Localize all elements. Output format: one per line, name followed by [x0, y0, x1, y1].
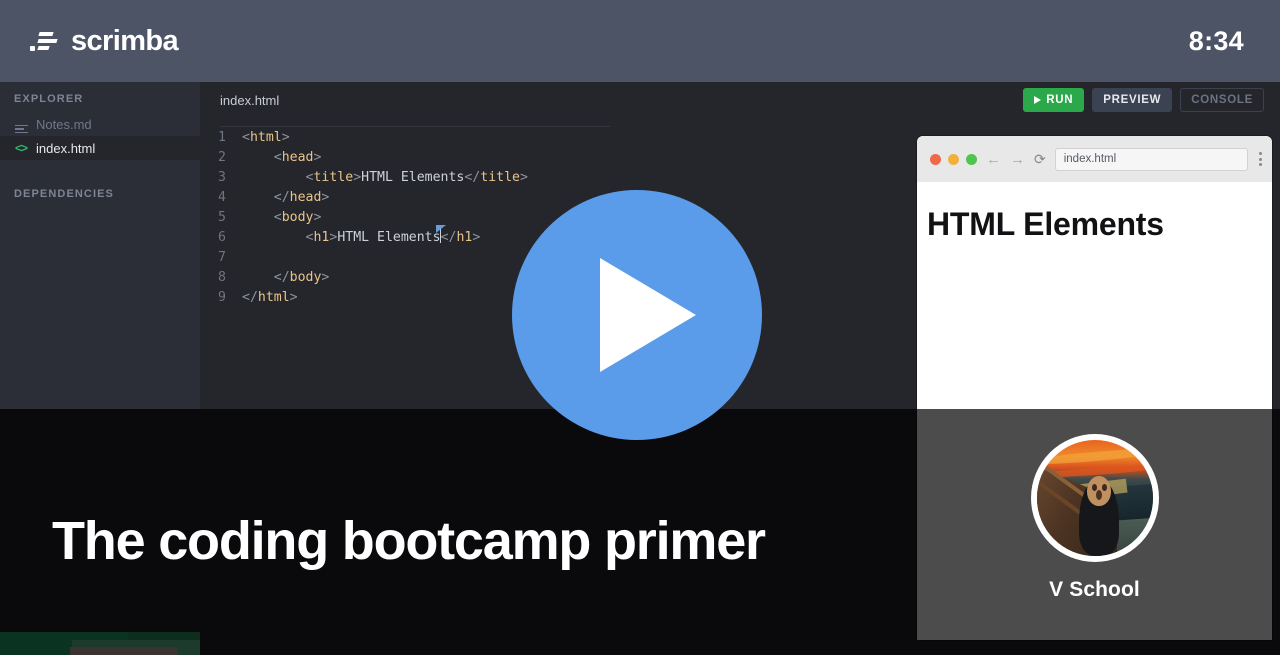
url-bar[interactable]: index.html	[1054, 147, 1248, 171]
code-tag-name: h1	[313, 230, 330, 245]
line-number: 6	[218, 230, 226, 245]
browser-chrome-bar: ← → ⟳ index.html	[917, 136, 1272, 182]
code-icon: <>	[14, 141, 28, 155]
explorer-section-header: EXPLORER	[14, 93, 84, 105]
recording-timer: 8:34	[1188, 25, 1244, 56]
code-bracket: <	[273, 210, 282, 225]
line-number: 5	[218, 210, 226, 225]
code-line-content: <h1>HTML Elements</h1>	[242, 225, 481, 248]
arrow-right-icon[interactable]: →	[1010, 152, 1025, 167]
preview-browser-panel: ← → ⟳ index.html HTML Elements V School	[917, 136, 1272, 640]
code-tag-name: h1	[456, 230, 473, 245]
thumbnail-dark-band	[70, 647, 178, 655]
line-number: 7	[218, 250, 226, 265]
code-line-content: <title>HTML Elements</title>	[242, 168, 528, 188]
preview-page-heading: HTML Elements	[927, 206, 1164, 242]
run-button-label: RUN	[1046, 94, 1074, 106]
avatar	[1030, 434, 1159, 562]
scrimba-logo-icon	[30, 29, 60, 53]
url-text: index.html	[1063, 153, 1117, 165]
code-line-content: </html>	[242, 288, 298, 308]
code-line-content: </body>	[242, 268, 330, 288]
code-line-content: <body>	[242, 208, 322, 228]
kebab-menu-icon[interactable]	[1257, 152, 1262, 166]
preview-button[interactable]: PREVIEW	[1092, 88, 1173, 112]
preview-page-body: HTML Elements	[917, 182, 1272, 409]
lines-icon	[14, 115, 28, 133]
line-number: 1	[218, 130, 226, 145]
scrimba-screencast-app: scrimba 8:34 EXPLORER Notes.md <> index.…	[0, 0, 1280, 655]
code-line-content: </head>	[242, 188, 330, 208]
close-window-dot[interactable]	[930, 153, 941, 165]
tab-underline-divider	[220, 126, 610, 127]
line-number: 2	[218, 150, 226, 165]
console-button-label: CONSOLE	[1191, 94, 1253, 106]
code-bracket: >	[281, 130, 290, 145]
run-button[interactable]: RUN	[1023, 88, 1085, 112]
code-bracket: >	[472, 230, 481, 245]
line-number: 3	[218, 170, 226, 185]
code-bracket: >	[313, 150, 322, 165]
traffic-lights	[930, 153, 977, 165]
code-bracket: </	[242, 290, 258, 305]
console-button[interactable]: CONSOLE	[1180, 88, 1264, 112]
overlay-title: The coding bootcamp primer	[52, 511, 766, 571]
code-bracket: </	[273, 190, 290, 205]
line-number: 4	[218, 190, 226, 205]
code-bracket: </	[464, 170, 481, 185]
minimize-window-dot[interactable]	[948, 153, 959, 165]
code-line-content: <head>	[242, 148, 322, 168]
maximize-window-dot[interactable]	[966, 153, 977, 165]
code-text: HTML Elements	[361, 170, 465, 185]
code-bracket: <	[242, 130, 250, 145]
video-thumbnail-strip[interactable]	[0, 632, 200, 655]
line-number: 8	[218, 270, 226, 285]
file-explorer-sidebar: EXPLORER Notes.md <> index.html DEPENDEN…	[0, 82, 200, 409]
code-bracket: <	[273, 150, 282, 165]
preview-footer: V School	[917, 409, 1272, 640]
avatar-label: V School	[1049, 578, 1140, 601]
preview-button-label: PREVIEW	[1103, 94, 1162, 106]
the-scream-avatar-icon	[1036, 440, 1153, 556]
code-tag-name: html	[257, 290, 290, 305]
code-bracket: >	[289, 290, 298, 305]
top-header-bar: scrimba 8:34	[0, 0, 1280, 82]
sidebar-file-notes-md[interactable]: Notes.md	[0, 112, 200, 136]
code-text: HTML Elements	[337, 230, 441, 245]
line-number: 9	[218, 290, 226, 305]
code-tag-name: title	[313, 170, 354, 185]
code-bracket: >	[321, 270, 330, 285]
sidebar-file-index-html[interactable]: <> index.html	[0, 136, 200, 160]
editor-action-buttons: RUN PREVIEW CONSOLE	[1023, 88, 1264, 112]
sidebar-file-label: Notes.md	[36, 116, 92, 132]
code-tag-name: head	[281, 150, 314, 165]
play-icon	[1034, 96, 1042, 104]
play-button-icon	[600, 258, 696, 372]
editor-tab-bar: index.html RUN PREVIEW CONSOLE	[200, 82, 1280, 118]
code-tag-name: html	[249, 130, 282, 145]
code-bracket: >	[519, 170, 528, 185]
code-bracket: >	[321, 190, 330, 205]
code-line-content: <html>	[242, 128, 290, 148]
brand-name: scrimba	[71, 24, 179, 57]
sidebar-file-label: index.html	[36, 140, 96, 156]
code-tag-name: title	[480, 170, 520, 185]
code-tag-name: body	[289, 270, 322, 285]
dependencies-section-header: DEPENDENCIES	[14, 188, 114, 200]
code-bracket: >	[313, 210, 322, 225]
brand-logo-group[interactable]: scrimba	[30, 24, 179, 58]
code-bracket: </	[273, 270, 290, 285]
play-button[interactable]	[512, 190, 762, 440]
editor-active-tab[interactable]: index.html	[220, 93, 279, 108]
code-tag-name: head	[289, 190, 322, 205]
code-bracket: >	[353, 170, 362, 185]
reload-icon[interactable]: ⟳	[1034, 152, 1046, 166]
arrow-left-icon[interactable]: ←	[986, 152, 1001, 167]
code-tag-name: body	[281, 210, 314, 225]
